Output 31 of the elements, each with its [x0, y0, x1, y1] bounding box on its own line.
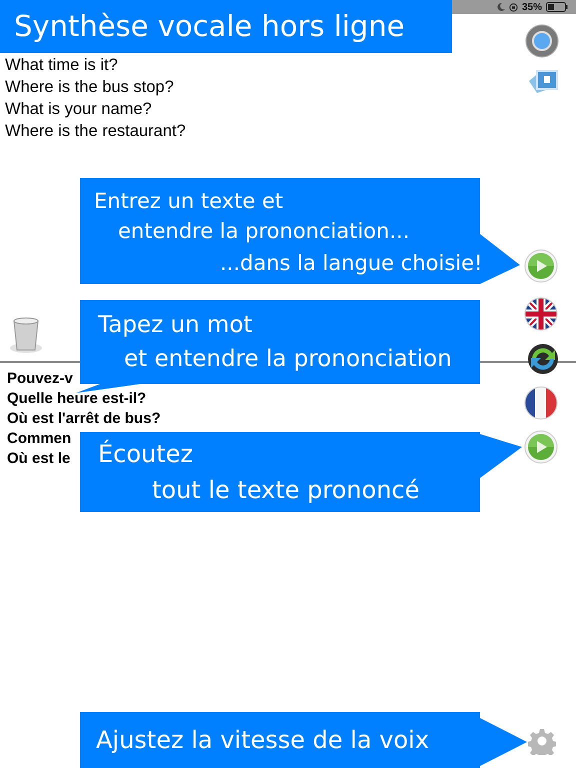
source-text-line: Where is the restaurant?: [5, 121, 186, 142]
translation-text-line: Où est le: [7, 449, 70, 469]
callout-text: tout le texte prononcé: [152, 475, 420, 506]
translation-text-line: Quelle heure est-il?: [7, 389, 146, 409]
callout-text: Entrez un texte et: [94, 188, 284, 215]
moon-icon: [496, 3, 505, 11]
swap-icon[interactable]: [526, 342, 560, 376]
source-text-line: What time is it?: [5, 55, 118, 76]
callout-text: Ajustez la vitesse de la voix: [96, 726, 430, 754]
battery-percentage: 35%: [522, 0, 542, 14]
record-button[interactable]: [525, 24, 559, 58]
callout-text: ...dans la langue choisie!: [220, 250, 482, 277]
uk-flag-button[interactable]: [524, 297, 558, 331]
battery-icon: [546, 2, 568, 12]
source-text-line: Where is the bus stop?: [5, 77, 174, 98]
translation-text-line: Commen: [7, 429, 72, 449]
translation-text-line: Pouvez-v: [7, 369, 73, 389]
source-text-line: What is your name?: [5, 99, 152, 120]
title-text: Synthèse vocale hors ligne: [14, 8, 405, 45]
callout-text: Tapez un mot: [98, 311, 252, 340]
translation-text-line: Où est l'arrêt de bus?: [7, 409, 161, 429]
trash-icon[interactable]: [8, 316, 44, 354]
play-button[interactable]: [524, 249, 558, 283]
callout-text: Écoutez: [98, 438, 194, 470]
lock-rotation-icon: [508, 2, 518, 12]
settings-icon[interactable]: [528, 727, 556, 755]
france-flag-button[interactable]: [524, 386, 558, 420]
play-button[interactable]: [524, 430, 558, 464]
callout-text: entendre la prononciation...: [118, 218, 410, 245]
photos-icon[interactable]: [527, 67, 559, 95]
callout-text: et entendre la prononciation: [124, 345, 452, 374]
